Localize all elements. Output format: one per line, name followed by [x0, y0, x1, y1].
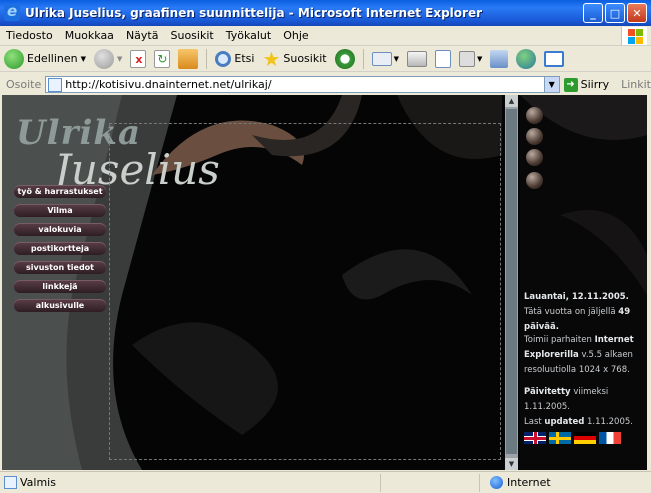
updated-label: Päivitetty	[524, 387, 571, 397]
title-bar: Ulrika Juselius, graafinen suunnittelija…	[0, 0, 651, 26]
menu-bar: Tiedosto Muokkaa Näytä Suosikit Työkalut…	[0, 26, 651, 46]
links-button[interactable]: Linkit	[621, 78, 651, 91]
site-nav: työ & harrastukset Vilma valokuvia posti…	[14, 185, 106, 318]
address-label: Osoite	[6, 78, 42, 91]
orb-button-3[interactable]	[526, 149, 543, 166]
forward-button[interactable]: ▼	[93, 48, 122, 69]
research-icon[interactable]	[490, 49, 509, 68]
scroll-down-arrow-icon[interactable]: ▼	[505, 458, 518, 470]
window-controls: _ □ ✕	[583, 3, 647, 23]
zone-label: Internet	[507, 476, 551, 489]
status-bar: Valmis Internet	[0, 471, 651, 493]
forward-arrow-icon	[93, 48, 114, 69]
address-url: http://kotisivu.dnainternet.net/ulrikaj/	[65, 78, 272, 91]
favorites-button[interactable]: ★ Suosikit	[262, 46, 327, 71]
nav-postcards[interactable]: postikortteja	[14, 242, 106, 255]
windows-logo-icon	[621, 27, 647, 45]
go-arrow-icon: ➜	[563, 77, 578, 92]
last-updated-date: 1.11.2005.	[587, 417, 633, 427]
update-info: Päivitetty viimeksi 1.11.2005. Last upda…	[524, 385, 642, 430]
go-button[interactable]: ➜ Siirry	[563, 77, 610, 92]
page-icon	[48, 77, 63, 92]
status-page-icon	[4, 476, 17, 489]
edit-icon[interactable]	[434, 49, 451, 68]
messenger-icon[interactable]	[516, 48, 537, 69]
favorites-label: Suosikit	[283, 52, 327, 65]
address-input[interactable]: http://kotisivu.dnainternet.net/ulrikaj/	[45, 76, 545, 93]
history-icon[interactable]	[334, 48, 355, 69]
last-updated-label: updated	[544, 417, 585, 427]
france-flag-icon[interactable]	[599, 432, 621, 444]
scroll-thumb[interactable]	[506, 109, 517, 454]
menu-edit[interactable]: Muokkaa	[59, 29, 120, 42]
date-info: Lauantai, 12.11.2005. Tätä vuotta on jäl…	[524, 290, 642, 335]
menu-file[interactable]: Tiedosto	[0, 29, 59, 42]
last-updated-prefix: Last	[524, 417, 542, 427]
orb-button-1[interactable]	[526, 107, 543, 124]
nav-site-info[interactable]: sivuston tiedot	[14, 261, 106, 274]
discuss-icon[interactable]	[458, 50, 475, 67]
globe-icon	[490, 476, 503, 489]
orb-button-2[interactable]	[526, 128, 543, 145]
back-arrow-icon	[4, 48, 24, 69]
standard-toolbar: Edellinen ▼ ▼ x ↻ Etsi ★ Suosikit ▼ ▼	[0, 46, 651, 72]
nav-work-hobbies[interactable]: työ & harrastukset	[14, 185, 106, 198]
nav-links[interactable]: linkkejä	[14, 280, 106, 293]
window-title: Ulrika Juselius, graafinen suunnittelija…	[25, 6, 483, 20]
nav-vilma[interactable]: Vilma	[14, 204, 106, 217]
star-icon: ★	[262, 46, 281, 71]
home-icon[interactable]	[178, 48, 199, 69]
status-cells	[380, 474, 480, 492]
nav-photos[interactable]: valokuvia	[14, 223, 106, 236]
search-button[interactable]: Etsi	[215, 50, 255, 67]
menu-favorites[interactable]: Suosikit	[164, 29, 219, 42]
search-label: Etsi	[234, 52, 255, 65]
toolbar-separator	[362, 48, 364, 69]
print-icon[interactable]	[406, 50, 427, 67]
menu-tools[interactable]: Työkalut	[220, 29, 278, 42]
scroll-up-arrow-icon[interactable]: ▲	[505, 95, 518, 107]
stop-icon[interactable]: x	[130, 49, 147, 68]
page-content: Ulrika Juselius työ & harrastukset Vilma…	[2, 95, 647, 470]
mail-icon[interactable]	[371, 51, 392, 66]
minimize-button[interactable]: _	[583, 3, 603, 23]
search-icon	[215, 50, 232, 67]
go-label: Siirry	[580, 78, 610, 91]
back-button[interactable]: Edellinen ▼	[4, 48, 86, 69]
status-text: Valmis	[20, 476, 56, 489]
ie-app-icon	[4, 2, 20, 21]
right-info-panel: Lauantai, 12.11.2005. Tätä vuotta on jäl…	[520, 95, 647, 470]
date-line: Lauantai, 12.11.2005.	[524, 292, 629, 302]
frame-scrollbar[interactable]: ▲ ▼	[505, 95, 518, 470]
sweden-flag-icon[interactable]	[549, 432, 571, 444]
media-icon[interactable]	[544, 50, 565, 67]
close-button[interactable]: ✕	[627, 3, 647, 23]
toolbar-separator	[206, 48, 208, 69]
days-left-text: Tätä vuotta on jäljellä	[524, 307, 616, 317]
address-dropdown-button[interactable]: ▼	[544, 76, 560, 93]
menu-view[interactable]: Näytä	[120, 29, 165, 42]
germany-flag-icon[interactable]	[574, 432, 596, 444]
address-bar: Osoite http://kotisivu.dnainternet.net/u…	[0, 74, 651, 95]
days-left-unit: päivää.	[524, 322, 559, 332]
uk-flag-icon[interactable]	[524, 432, 546, 444]
days-left-count: 49	[618, 307, 631, 317]
menu-help[interactable]: Ohje	[277, 29, 314, 42]
nav-home[interactable]: alkusivulle	[14, 299, 106, 312]
refresh-icon[interactable]: ↻	[154, 49, 171, 68]
works-best-text: Toimii parhaiten	[524, 335, 592, 345]
maximize-button[interactable]: □	[605, 3, 625, 23]
browser-info: Toimii parhaiten Internet Explorerilla v…	[524, 333, 642, 378]
orb-button-4[interactable]	[526, 172, 543, 189]
security-zone: Internet	[490, 476, 551, 489]
language-flags	[524, 432, 621, 444]
back-label: Edellinen	[27, 52, 78, 65]
main-content-frame	[109, 123, 501, 460]
